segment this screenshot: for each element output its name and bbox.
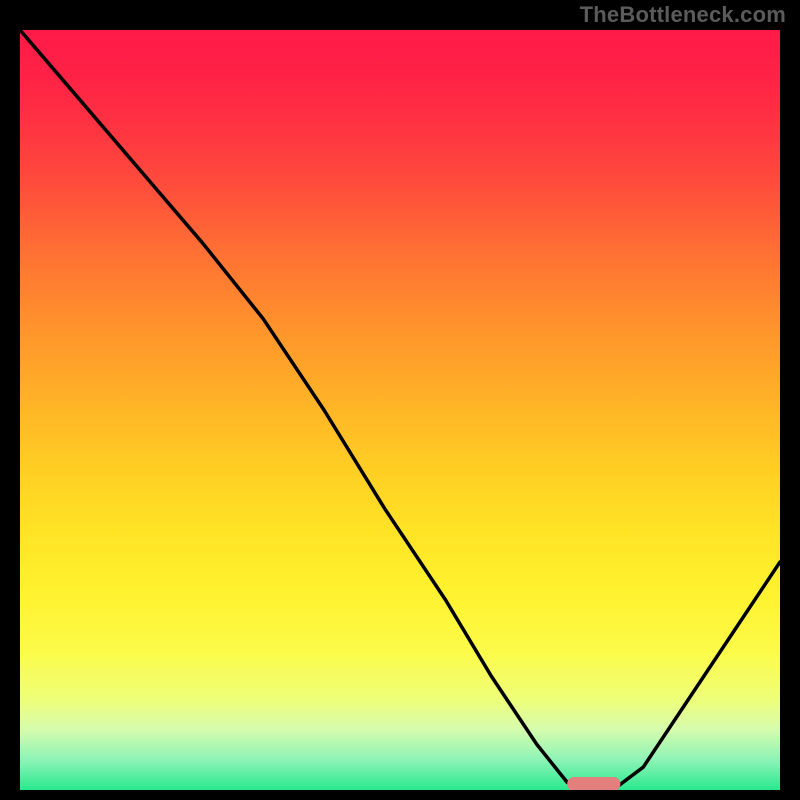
- gradient-background: [20, 30, 780, 790]
- optimal-range-marker: [567, 777, 620, 790]
- attribution-label: TheBottleneck.com: [580, 2, 786, 28]
- chart-svg: [20, 30, 780, 790]
- chart-container: TheBottleneck.com: [0, 0, 800, 800]
- plot-area: [20, 30, 780, 790]
